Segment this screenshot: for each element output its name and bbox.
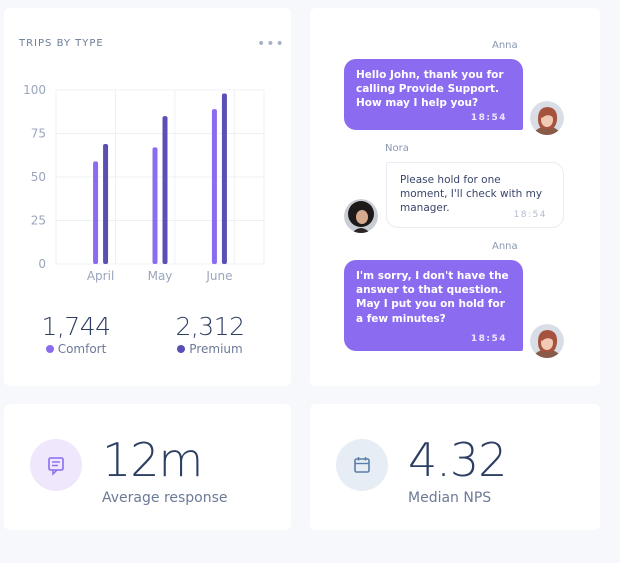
nora-avatar xyxy=(344,199,378,233)
y-tick-label: 50 xyxy=(31,170,46,184)
comfort-legend-dot xyxy=(45,345,54,353)
chat-message-time: 18:54 xyxy=(470,333,507,344)
chat-message-outgoing: Hello John, thank you for calling Provid… xyxy=(344,59,523,130)
comfort-stat: 1,744 Comfort xyxy=(26,312,126,356)
median-nps-label: Median NPS xyxy=(408,490,492,506)
y-tick-label: 0 xyxy=(38,257,46,271)
anna-avatar xyxy=(530,324,564,358)
trips-by-type-card: TRIPS BY TYPE ••• 0 25 50 75 100 April May June… xyxy=(4,8,291,386)
comfort-stat-value: 1,744 xyxy=(41,312,111,341)
bar-premium xyxy=(221,93,227,264)
premium-legend-label: Premium xyxy=(189,342,243,356)
calendar-icon xyxy=(336,439,388,491)
x-tick-label: May xyxy=(148,269,173,283)
chat-message-text: Hello John, thank you for calling Provid… xyxy=(356,69,504,110)
y-tick-label: 75 xyxy=(31,127,46,141)
chat-message-text: I'm sorry, I don't have the answer to th… xyxy=(356,270,509,325)
comfort-legend-label: Comfort xyxy=(57,342,107,356)
premium-stat: 2,312 Premium xyxy=(160,312,260,356)
average-response-card: 12m Average response xyxy=(4,404,291,530)
chat-sender-name: Nora xyxy=(385,143,409,154)
chat-sender-name: Anna xyxy=(492,241,518,252)
chat-message-outgoing: I'm sorry, I don't have the answer to th… xyxy=(344,260,523,351)
bar-comfort xyxy=(152,147,158,264)
bar-premium xyxy=(103,143,109,264)
x-tick-label: April xyxy=(87,269,114,283)
x-tick-label: June xyxy=(205,269,232,283)
chat-message-time: 18:54 xyxy=(470,112,507,123)
trips-bar-chart: 0 25 50 75 100 April May June xyxy=(23,83,265,283)
y-tick-label: 100 xyxy=(23,83,46,97)
y-tick-label: 25 xyxy=(31,214,46,228)
premium-legend-dot xyxy=(177,345,186,353)
median-nps-card: 4.32 Median NPS xyxy=(310,404,600,530)
chat-card: Anna Hello John, thank you for calling P… xyxy=(310,8,600,386)
chat-message-time: 18:54 xyxy=(513,209,547,220)
chat-message-incoming: Please hold for one moment, I'll check w… xyxy=(386,162,564,228)
average-response-value: 12m xyxy=(102,433,203,487)
average-response-label: Average response xyxy=(102,490,228,506)
anna-avatar xyxy=(530,101,564,135)
chat-sender-name: Anna xyxy=(492,40,518,51)
bar-comfort xyxy=(211,109,217,264)
premium-stat-value: 2,312 xyxy=(175,312,245,341)
median-nps-value: 4.32 xyxy=(408,433,507,487)
bar-comfort xyxy=(93,161,99,264)
bar-premium xyxy=(162,116,168,264)
message-icon xyxy=(30,439,82,491)
